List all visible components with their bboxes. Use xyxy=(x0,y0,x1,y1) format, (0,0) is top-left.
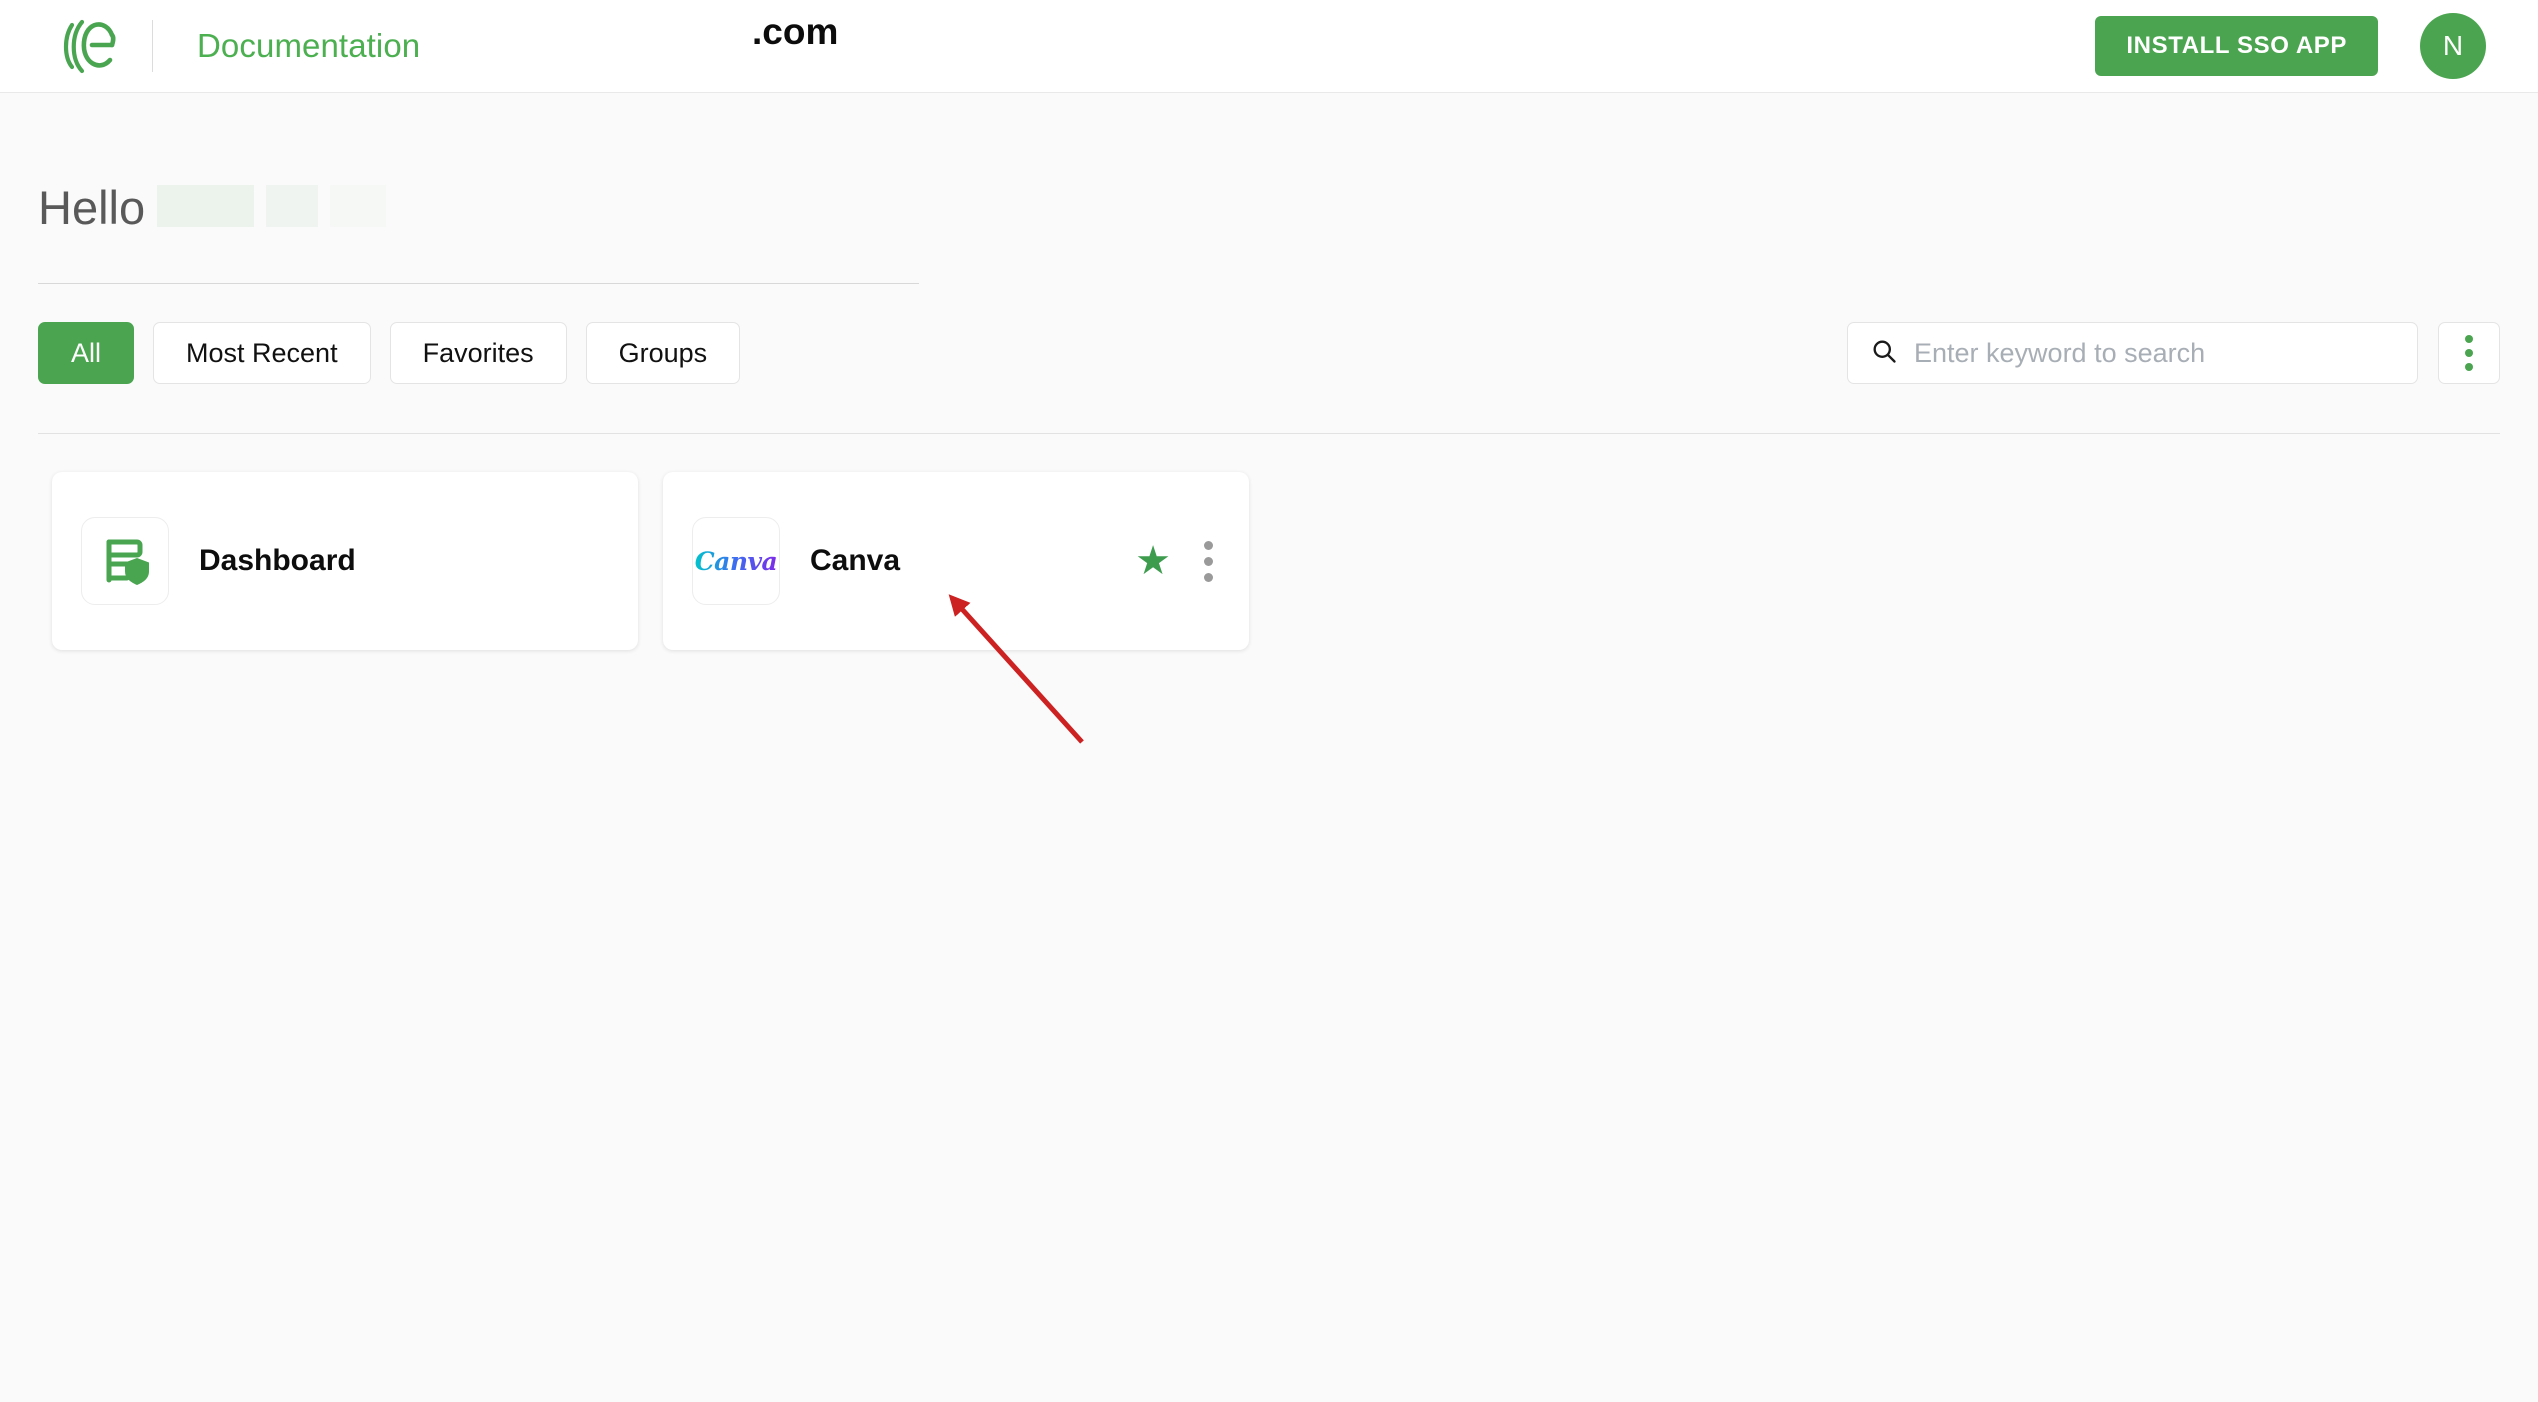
redacted-name-block xyxy=(266,185,319,227)
filter-tabs: All Most Recent Favorites Groups xyxy=(38,322,759,384)
tab-favorites[interactable]: Favorites xyxy=(389,322,567,384)
search-area xyxy=(1847,322,2500,384)
search-input[interactable] xyxy=(1914,337,2394,369)
app-card-actions: ★ xyxy=(1135,535,1219,588)
search-box[interactable] xyxy=(1847,322,2418,384)
app-header: Documentation INSTALL SSO APP N xyxy=(0,0,2538,93)
header-divider xyxy=(152,20,153,72)
greeting-hello-text: Hello xyxy=(38,181,146,234)
app-card-title: Dashboard xyxy=(199,544,356,577)
greeting-domain-text: .com xyxy=(752,11,839,52)
app-card-list: Dashboard Canva Canva ★ xyxy=(52,472,1274,650)
tab-all[interactable]: All xyxy=(38,322,135,384)
redacted-name-block xyxy=(330,185,387,227)
content-divider xyxy=(38,433,2500,434)
tab-groups[interactable]: Groups xyxy=(585,322,741,384)
app-card-canva[interactable]: Canva Canva ★ xyxy=(663,472,1249,650)
canva-logo-icon: Canva xyxy=(692,517,780,605)
dashboard-shield-icon xyxy=(81,517,169,605)
greeting: Hello xyxy=(38,180,387,244)
tab-most-recent[interactable]: Most Recent xyxy=(153,322,371,384)
install-sso-app-button[interactable]: INSTALL SSO APP xyxy=(2095,16,2378,76)
greeting-divider xyxy=(38,283,919,284)
canva-logo-text: Canva xyxy=(694,546,778,576)
app-card-title: Canva xyxy=(810,544,901,577)
search-options-kebab-menu-icon[interactable] xyxy=(2438,322,2500,384)
miniorange-logo-icon[interactable] xyxy=(58,15,120,77)
avatar[interactable]: N xyxy=(2420,13,2486,79)
header-actions: INSTALL SSO APP N xyxy=(2095,13,2486,79)
redacted-name-block xyxy=(157,185,255,227)
app-card-dashboard[interactable]: Dashboard xyxy=(52,472,638,650)
search-icon xyxy=(1870,337,1898,370)
app-card-kebab-menu-icon[interactable] xyxy=(1198,535,1219,588)
star-filled-icon[interactable]: ★ xyxy=(1135,541,1171,581)
page-title: Documentation xyxy=(197,27,421,64)
